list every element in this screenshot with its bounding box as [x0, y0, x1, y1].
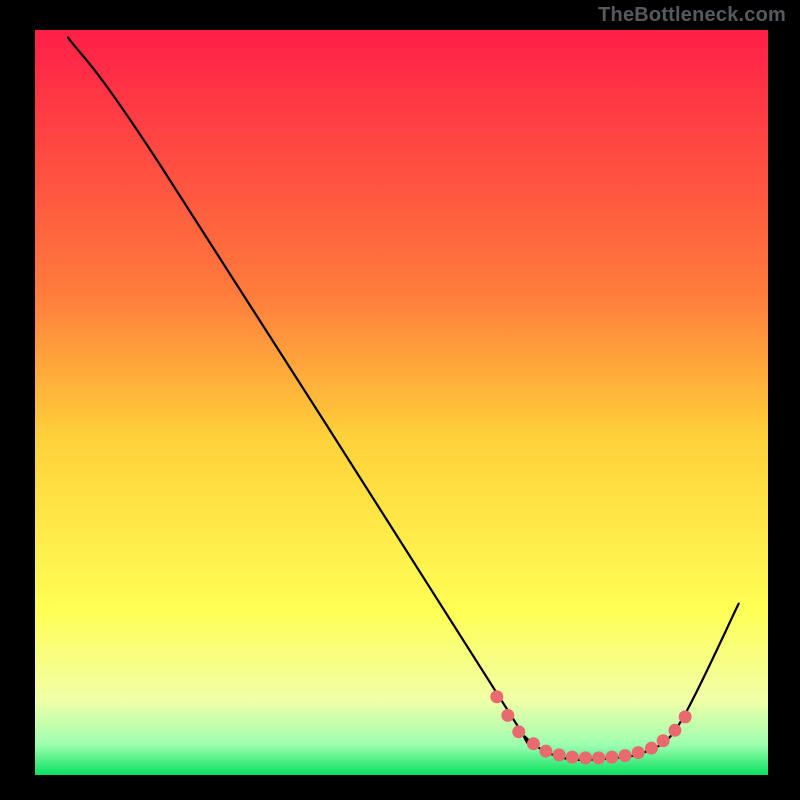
highlight-dot [619, 749, 632, 762]
highlight-dot [679, 710, 692, 723]
highlight-dot [527, 737, 540, 750]
highlight-dot [490, 690, 503, 703]
watermark-text: TheBottleneck.com [598, 4, 786, 27]
chart-stage: TheBottleneck.com [0, 0, 800, 800]
highlight-dot [605, 751, 618, 764]
highlight-dot [553, 748, 566, 761]
bottleneck-chart [0, 0, 800, 800]
highlight-dot [566, 751, 579, 764]
highlight-dot [592, 751, 605, 764]
highlight-dot [512, 725, 525, 738]
highlight-dot [579, 751, 592, 764]
highlight-dot [668, 724, 681, 737]
highlight-dot [501, 709, 514, 722]
highlight-dot [645, 742, 658, 755]
highlight-dot [539, 745, 552, 758]
highlight-dot [657, 734, 670, 747]
highlight-dot [632, 746, 645, 759]
